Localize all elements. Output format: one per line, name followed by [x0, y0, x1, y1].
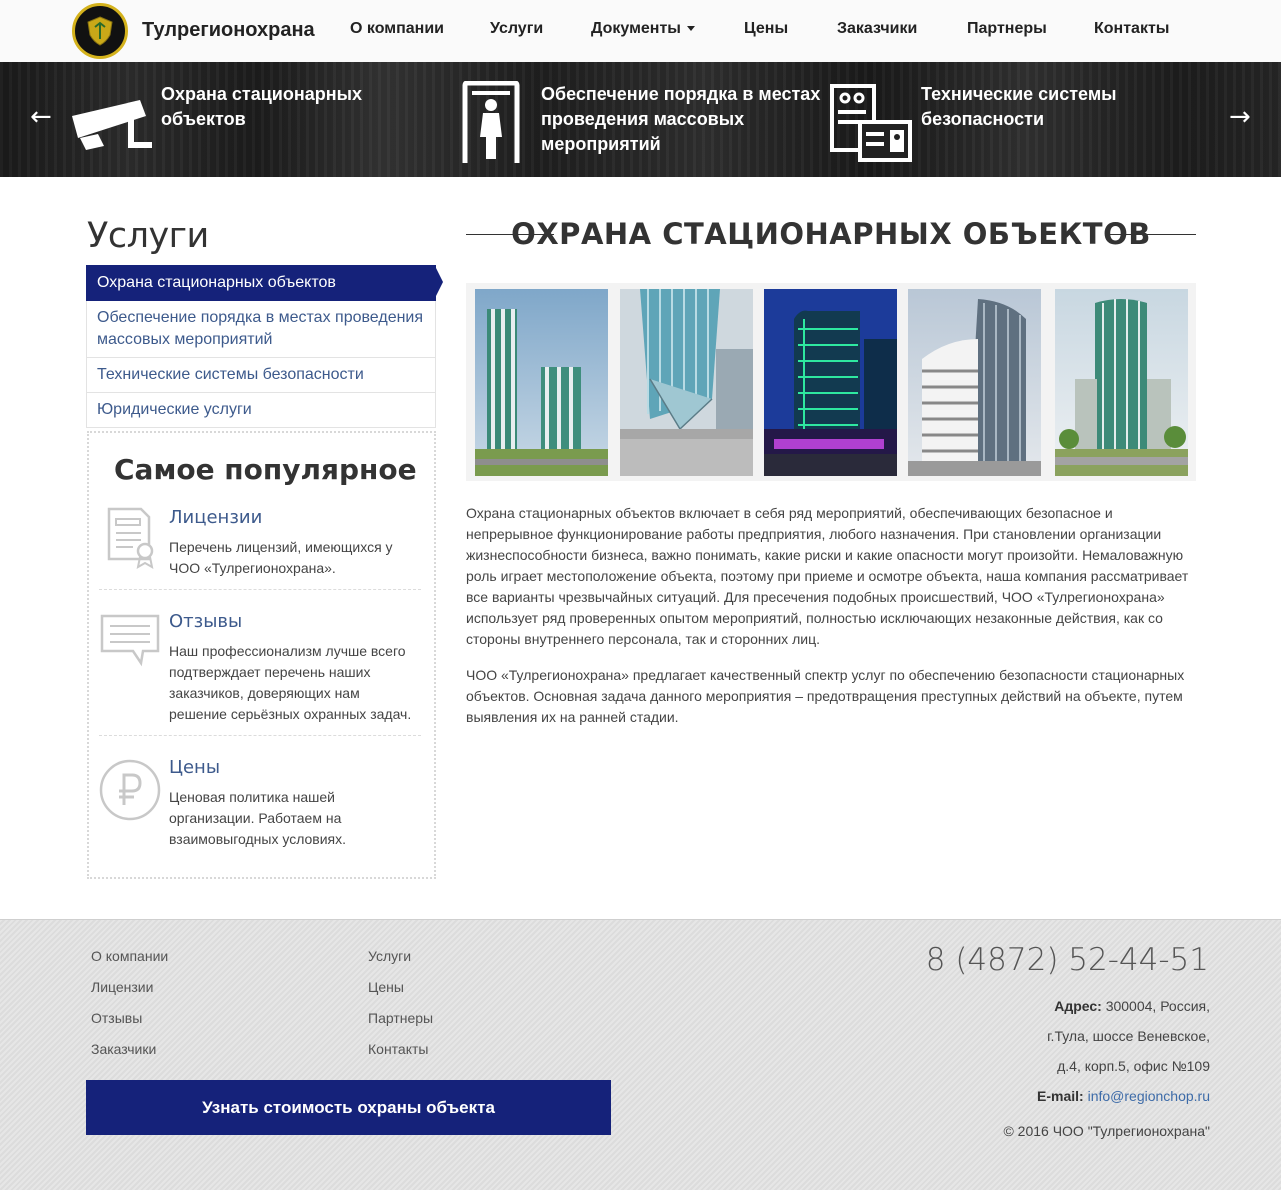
carousel-slide-title: Технические системы безопасности: [921, 84, 1117, 129]
popular-item-title-reviews[interactable]: Отзывы: [169, 611, 242, 632]
caret-down-icon: [686, 26, 695, 32]
footer-link-clients[interactable]: Заказчики: [91, 1041, 156, 1057]
footer-email-line: E-mail: info@regionchop.ru: [1037, 1088, 1210, 1104]
footer-address-line-3: д.4, корп.5, офис №109: [1057, 1058, 1210, 1074]
article-body: Охрана стационарных объектов включает в …: [466, 503, 1201, 743]
logo-emblem-icon: [72, 3, 128, 59]
footer-address-line-1: Адрес: 300004, Россия,: [1054, 998, 1210, 1014]
title-line-right: [1108, 234, 1196, 235]
footer-link-services[interactable]: Услуги: [368, 948, 411, 964]
header: Тулрегионохрана О компании Услуги Докуме…: [0, 0, 1281, 62]
certificate-icon: [107, 507, 154, 569]
nav-item-partners[interactable]: Партнеры: [967, 20, 1047, 38]
nav-item-clients[interactable]: Заказчики: [837, 20, 917, 38]
footer-link-about[interactable]: О компании: [91, 948, 168, 964]
footer-link-reviews[interactable]: Отзывы: [91, 1010, 142, 1026]
access-card-icon: [830, 84, 912, 162]
footer-link-prices[interactable]: Цены: [368, 979, 404, 995]
popular-item-title-licenses[interactable]: Лицензии: [169, 507, 262, 528]
carousel-slide-stationary[interactable]: Охрана стационарных объектов: [70, 80, 450, 170]
sidebar-item-legal[interactable]: Юридические услуги: [86, 393, 436, 428]
speech-bubble-icon: [100, 614, 160, 667]
address-label: Адрес:: [1054, 998, 1102, 1014]
logo[interactable]: Тулрегионохрана: [72, 3, 315, 59]
nav-item-documents-label: Документы: [591, 20, 681, 37]
gallery-photo-1[interactable]: [475, 289, 608, 476]
nav-item-services[interactable]: Услуги: [490, 20, 543, 38]
sidebar-item-events[interactable]: Обеспечение порядка в местах проведения …: [86, 301, 436, 358]
footer-link-contacts[interactable]: Контакты: [368, 1041, 428, 1057]
page-title-block: ОХРАНА СТАЦИОНАРНЫХ ОБЪЕКТОВ: [466, 215, 1196, 255]
popular-panel: Самое популярное Лицензии Перечень лицен…: [87, 431, 436, 879]
cctv-camera-icon: [72, 100, 152, 150]
footer-link-licenses[interactable]: Лицензии: [91, 979, 153, 995]
footer-address-line-2: г.Тула, шоссе Веневское,: [1047, 1028, 1210, 1044]
divider: [99, 735, 421, 736]
carousel-prev-arrow-icon[interactable]: ←: [30, 104, 52, 130]
popular-item-reviews: Отзывы Наш профессионализм лучше всего п…: [99, 611, 421, 731]
nav-item-about[interactable]: О компании: [350, 20, 444, 38]
carousel-slide-title: Охрана стационарных объектов: [161, 84, 362, 129]
nav-item-documents[interactable]: Документы: [591, 20, 695, 38]
gallery-photo-3[interactable]: [764, 289, 897, 476]
article-paragraph: Охрана стационарных объектов включает в …: [466, 505, 1189, 647]
services-carousel: ← Охрана стационарных объектов Обеспечен…: [0, 62, 1281, 177]
article-paragraph: ЧОО «Тулрегионохрана» предлагает качеств…: [466, 667, 1185, 725]
logo-text: Тулрегионохрана: [142, 19, 315, 41]
popular-title: Самое популярное: [114, 453, 417, 486]
popular-item-licenses: Лицензии Перечень лицензий, имеющихся у …: [99, 507, 421, 587]
page-title: ОХРАНА СТАЦИОНАРНЫХ ОБЪЕКТОВ: [511, 217, 1151, 251]
nav-item-prices[interactable]: Цены: [744, 20, 788, 38]
photo-gallery: [466, 283, 1196, 481]
sidebar-menu: Охрана стационарных объектов Обеспечение…: [86, 265, 443, 428]
popular-item-text: Наш профессионализм лучше всего подтверж…: [169, 643, 412, 722]
popular-item-text: Ценовая политика нашей организации. Рабо…: [169, 789, 347, 847]
footer-link-partners[interactable]: Партнеры: [368, 1010, 433, 1026]
carousel-slide-title: Обеспечение порядка в местах проведения …: [541, 84, 821, 154]
metal-detector-icon: [462, 81, 520, 163]
email-link[interactable]: info@regionchop.ru: [1088, 1088, 1210, 1104]
ruble-icon: [99, 759, 161, 821]
divider: [99, 589, 421, 590]
footer-phone: 8 (4872) 52-44-51: [925, 942, 1209, 978]
get-price-button[interactable]: Узнать стоимость охраны объекта: [86, 1080, 611, 1135]
carousel-next-arrow-icon[interactable]: →: [1229, 104, 1251, 130]
sidebar-item-stationary[interactable]: Охрана стационарных объектов: [86, 265, 443, 301]
gallery-photo-5[interactable]: [1055, 289, 1188, 476]
carousel-slide-events[interactable]: Обеспечение порядка в местах проведения …: [462, 80, 822, 170]
popular-item-title-prices[interactable]: Цены: [169, 757, 220, 778]
footer: О компании Лицензии Отзывы Заказчики Усл…: [0, 919, 1281, 1190]
nav-item-contacts[interactable]: Контакты: [1094, 20, 1169, 38]
email-label: E-mail:: [1037, 1088, 1084, 1104]
footer-copyright: © 2016 ЧОО "Тулрегионохрана": [1003, 1123, 1210, 1139]
gallery-photo-4[interactable]: [908, 289, 1041, 476]
address-value: 300004, Россия,: [1105, 998, 1210, 1014]
gallery-photo-2[interactable]: [620, 289, 753, 476]
carousel-slide-tech[interactable]: Технические системы безопасности: [830, 80, 1160, 170]
popular-item-prices: Цены Ценовая политика нашей организации.…: [99, 757, 421, 857]
popular-item-text: Перечень лицензий, имеющихся у ЧОО «Тулр…: [169, 539, 393, 576]
sidebar-title: Услуги: [87, 216, 209, 256]
sidebar-item-tech-systems[interactable]: Технические системы безопасности: [86, 358, 436, 393]
